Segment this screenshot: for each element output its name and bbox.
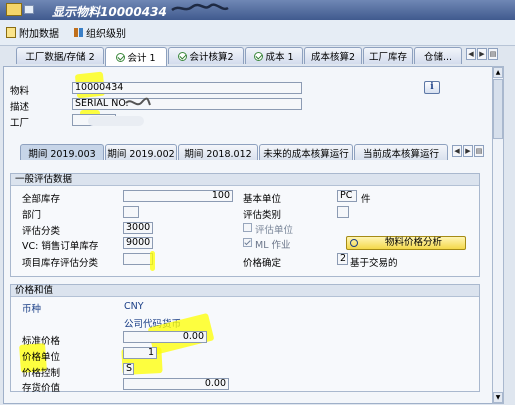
price-unit-field[interactable]: 1 bbox=[123, 347, 157, 359]
tab-scroll-right-icon[interactable]: ▶ bbox=[477, 48, 487, 60]
base-unit-text: 件 bbox=[361, 194, 371, 205]
check-icon bbox=[116, 52, 126, 62]
price-analysis-icon bbox=[350, 239, 358, 247]
tab-plant-stock[interactable]: 工厂库存 bbox=[363, 47, 413, 64]
inventory-value-field[interactable]: 0.00 bbox=[123, 378, 229, 390]
currency-value: CNY bbox=[124, 301, 144, 312]
scroll-thumb[interactable] bbox=[493, 79, 503, 139]
tab-future-costing-run[interactable]: 未来的成本核算运行 bbox=[259, 144, 353, 160]
extra-data-label: 附加数据 bbox=[19, 29, 59, 40]
plant-redaction bbox=[88, 116, 144, 126]
window-title: 显示物料10000434 bbox=[52, 5, 167, 19]
price-analysis-button[interactable]: 物料价格分析 bbox=[346, 236, 466, 250]
currency-label: 币种 bbox=[22, 304, 42, 315]
valuation-unit-checkbox[interactable] bbox=[243, 223, 252, 232]
tab-scroll-left-icon[interactable]: ◀ bbox=[466, 48, 476, 60]
highlight-mark bbox=[150, 251, 155, 271]
division-field[interactable] bbox=[123, 206, 139, 218]
tab-period-2019-002[interactable]: 期间 2019.002 bbox=[105, 144, 177, 160]
general-valuation-title: 一般评估数据 bbox=[11, 174, 479, 186]
price-determination-text: 基于交易的 bbox=[350, 258, 398, 269]
ml-active-label: ML 作业 bbox=[255, 240, 291, 251]
prices-values-title: 价格和值 bbox=[11, 285, 479, 297]
prices-values-group: 价格和值 bbox=[10, 284, 480, 392]
period-tab-strip: 期间 2019.003 期间 2019.002 期间 2018.012 未来的成… bbox=[10, 144, 492, 162]
scroll-down-icon[interactable]: ▼ bbox=[493, 392, 503, 403]
check-icon bbox=[254, 51, 264, 61]
period-tab-left-icon[interactable]: ◀ bbox=[452, 145, 462, 157]
main-tab-strip: 工厂数据/存储 2 会计 1 会计核算2 成本 1 成本核算2 工厂库存 仓储.… bbox=[0, 47, 515, 67]
description-label: 描述 bbox=[10, 102, 30, 113]
tab-current-costing-run[interactable]: 当前成本核算运行 bbox=[354, 144, 448, 160]
tab-costing-1[interactable]: 成本 1 bbox=[245, 47, 303, 64]
base-unit-field[interactable]: PC bbox=[337, 190, 357, 202]
app-icon[interactable] bbox=[6, 3, 22, 16]
check-icon bbox=[178, 51, 188, 61]
org-levels-label: 组织级别 bbox=[86, 29, 126, 40]
tab-period-2019-003[interactable]: 期间 2019.003 bbox=[20, 144, 104, 160]
inventory-value-label: 存货价值 bbox=[22, 383, 61, 394]
vertical-scrollbar[interactable]: ▲ ▼ bbox=[492, 66, 504, 404]
description-redaction-scribble bbox=[125, 97, 151, 106]
period-tab-right-icon[interactable]: ▶ bbox=[463, 145, 473, 157]
project-stock-field[interactable] bbox=[123, 253, 153, 265]
org-levels-button[interactable]: 组织级别 bbox=[74, 25, 126, 40]
standard-price-field[interactable]: 0.00 bbox=[123, 331, 207, 343]
base-unit-label: 基本单位 bbox=[243, 194, 282, 205]
ml-active-checkbox[interactable] bbox=[243, 238, 252, 247]
scroll-up-icon[interactable]: ▲ bbox=[493, 67, 503, 78]
project-stock-label: 项目库存评估分类 bbox=[22, 258, 99, 269]
vc-sales-order-field[interactable]: 9000 bbox=[123, 237, 153, 249]
total-stock-label: 全部库存 bbox=[22, 194, 61, 205]
price-control-label: 价格控制 bbox=[22, 368, 61, 379]
tab-list-icon[interactable]: ▤ bbox=[488, 48, 498, 60]
valuation-class-label: 评估分类 bbox=[22, 226, 61, 237]
tab-warehouse[interactable]: 仓储... bbox=[414, 47, 462, 64]
division-label: 部门 bbox=[22, 210, 42, 221]
material-label: 物料 bbox=[10, 86, 30, 97]
price-determination-field[interactable]: 2 bbox=[337, 253, 348, 265]
valuation-unit-label: 评估单位 bbox=[255, 225, 294, 236]
title-redaction-scribble bbox=[171, 3, 229, 12]
tab-period-2018-012[interactable]: 期间 2018.012 bbox=[178, 144, 258, 160]
app-menu-icon[interactable] bbox=[24, 5, 34, 14]
info-icon[interactable]: i bbox=[424, 81, 440, 94]
tab-accounting-1[interactable]: 会计 1 bbox=[105, 47, 167, 66]
org-levels-icon bbox=[74, 28, 83, 37]
price-determination-label: 价格确定 bbox=[243, 258, 282, 269]
tab-costing-2[interactable]: 成本核算2 bbox=[304, 47, 362, 64]
tab-accounting-2[interactable]: 会计核算2 bbox=[168, 47, 244, 64]
valuation-class-field[interactable]: 3000 bbox=[123, 222, 153, 234]
price-analysis-label: 物料价格分析 bbox=[384, 237, 442, 248]
valuation-category-label: 评估类别 bbox=[243, 210, 282, 221]
period-tab-list-icon[interactable]: ▤ bbox=[474, 145, 484, 157]
price-unit-label: 价格单位 bbox=[22, 352, 61, 363]
plant-label: 工厂 bbox=[10, 118, 30, 129]
tab-plant-storage-2[interactable]: 工厂数据/存储 2 bbox=[16, 47, 104, 64]
valuation-category-field[interactable] bbox=[337, 206, 349, 218]
material-field[interactable]: 10000434 bbox=[72, 82, 302, 94]
price-control-field[interactable]: S bbox=[123, 363, 134, 375]
description-field[interactable]: SERIAL NO. bbox=[72, 98, 302, 110]
extra-data-button[interactable]: 附加数据 bbox=[6, 25, 59, 40]
vc-sales-order-label: VC: 销售订单库存 bbox=[22, 241, 99, 252]
total-stock-field[interactable]: 100 bbox=[123, 190, 233, 202]
extra-data-icon bbox=[6, 27, 16, 38]
